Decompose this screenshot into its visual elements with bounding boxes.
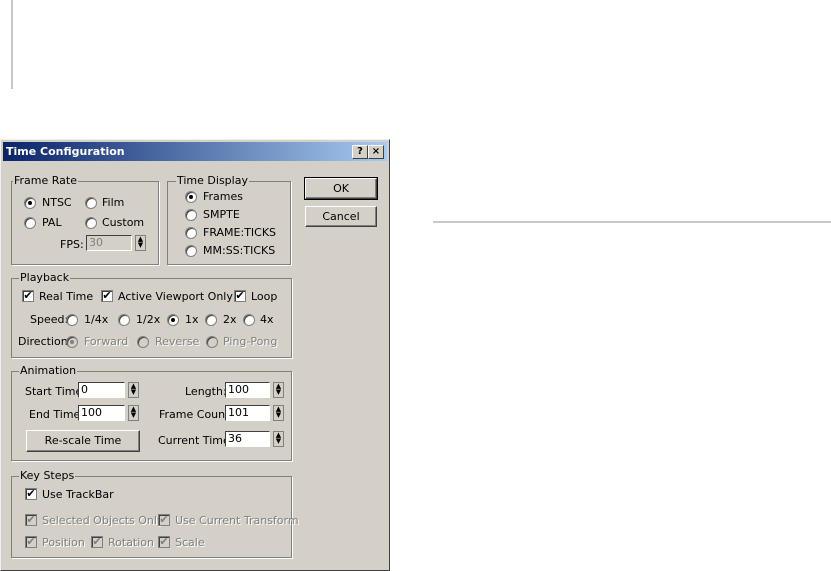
speed-2x-radio[interactable]	[205, 314, 217, 326]
frame-count-input[interactable]: 101	[225, 405, 270, 421]
dialog-title: Time Configuration	[6, 145, 125, 158]
start-time-label: Start Time:	[25, 385, 86, 398]
frame-count-spinner[interactable]: ▲ ▼	[273, 405, 284, 421]
use-current-transform-label: Use Current Transform	[175, 514, 299, 527]
frame-ticks-radio[interactable]	[185, 227, 197, 239]
direction-reverse-label: Reverse	[155, 335, 200, 348]
speed-label: Speed:	[30, 313, 69, 326]
real-time-label: Real Time	[39, 290, 94, 303]
playback-label: Playback	[19, 271, 71, 284]
pal-label: PAL	[42, 216, 62, 229]
speed-4x-label: 4x	[260, 313, 274, 326]
smpte-label: SMPTE	[203, 208, 240, 221]
speed-quarter-radio[interactable]	[66, 314, 78, 326]
rotation-checkbox: ✔	[91, 535, 103, 548]
ntsc-radio[interactable]	[24, 197, 36, 209]
direction-reverse-radio	[137, 336, 149, 348]
film-label: Film	[102, 196, 125, 209]
background-vertical-line	[11, 0, 13, 89]
direction-ping-pong-label: Ping-Pong	[223, 335, 278, 348]
position-checkbox: ✔	[25, 535, 37, 548]
speed-1x-radio[interactable]	[167, 314, 179, 326]
end-time-label: End Time:	[29, 408, 85, 421]
frames-radio[interactable]	[185, 191, 197, 203]
current-time-spinner[interactable]: ▲ ▼	[273, 431, 284, 447]
current-time-label: Current Time:	[158, 434, 234, 447]
length-label: Length:	[185, 385, 227, 398]
direction-ping-pong-radio	[206, 336, 218, 348]
fps-input[interactable]: 30	[86, 235, 132, 251]
speed-half-radio[interactable]	[118, 314, 130, 326]
ok-button[interactable]: OK	[304, 177, 378, 200]
active-viewport-only-checkbox[interactable]: ✔	[101, 290, 113, 302]
end-time-spinner[interactable]: ▲ ▼	[128, 405, 139, 421]
speed-half-label: 1/2x	[136, 313, 161, 326]
active-viewport-only-label: Active Viewport Only	[118, 290, 233, 303]
fps-spinner[interactable]: ▲ ▼	[135, 235, 146, 251]
speed-1x-label: 1x	[185, 313, 199, 326]
frame-ticks-label: FRAME:TICKS	[203, 226, 277, 239]
cancel-button[interactable]: Cancel	[305, 206, 377, 227]
mm-ss-ticks-radio[interactable]	[185, 245, 197, 257]
frame-rate-label: Frame Rate	[13, 174, 78, 187]
background-horizontal-line	[433, 221, 831, 223]
scale-label: Scale	[175, 536, 205, 549]
direction-label: Direction:	[18, 335, 72, 348]
use-trackbar-label: Use TrackBar	[42, 488, 114, 501]
mm-ss-ticks-label: MM:SS:TICKS	[203, 244, 276, 257]
smpte-radio[interactable]	[185, 209, 197, 221]
position-label: Position	[42, 536, 85, 549]
custom-label: Custom	[102, 216, 145, 229]
length-spinner[interactable]: ▲ ▼	[273, 382, 284, 398]
frames-label: Frames	[203, 190, 244, 203]
loop-label: Loop	[251, 290, 278, 303]
help-button[interactable]: ?	[352, 145, 368, 159]
selected-objects-only-label: Selected Objects Only	[42, 514, 164, 527]
loop-checkbox[interactable]: ✔	[234, 290, 246, 302]
speed-2x-label: 2x	[223, 313, 237, 326]
custom-radio[interactable]	[85, 217, 97, 229]
pal-radio[interactable]	[24, 217, 36, 229]
use-current-transform-checkbox: ✔	[158, 513, 170, 526]
speed-4x-radio[interactable]	[243, 314, 255, 326]
direction-forward-label: Forward	[84, 335, 129, 348]
ntsc-label: NTSC	[42, 196, 72, 209]
time-display-label: Time Display	[176, 174, 249, 187]
rotation-label: Rotation	[108, 536, 155, 549]
title-bar[interactable]: Time Configuration ? ×	[3, 142, 387, 161]
current-time-input[interactable]: 36	[225, 431, 270, 447]
scale-checkbox: ✔	[158, 535, 170, 548]
use-trackbar-checkbox[interactable]: ✔	[25, 488, 37, 500]
selected-objects-only-checkbox: ✔	[25, 513, 37, 526]
rescale-time-button[interactable]: Re-scale Time	[26, 430, 140, 452]
key-steps-label: Key Steps	[19, 469, 76, 482]
speed-quarter-label: 1/4x	[84, 313, 109, 326]
film-radio[interactable]	[85, 197, 97, 209]
animation-label: Animation	[19, 364, 78, 377]
direction-forward-radio	[66, 336, 78, 348]
length-input[interactable]: 100	[225, 382, 270, 398]
start-time-input[interactable]: 0	[78, 382, 125, 398]
end-time-input[interactable]: 100	[78, 405, 125, 421]
frame-count-label: Frame Count:	[159, 408, 234, 421]
real-time-checkbox[interactable]: ✔	[22, 290, 34, 302]
fps-label: FPS:	[60, 238, 84, 251]
close-button[interactable]: ×	[368, 145, 384, 159]
time-configuration-dialog: Time Configuration ? × Frame Rate NTSC F…	[0, 139, 390, 571]
start-time-spinner[interactable]: ▲ ▼	[128, 382, 139, 398]
